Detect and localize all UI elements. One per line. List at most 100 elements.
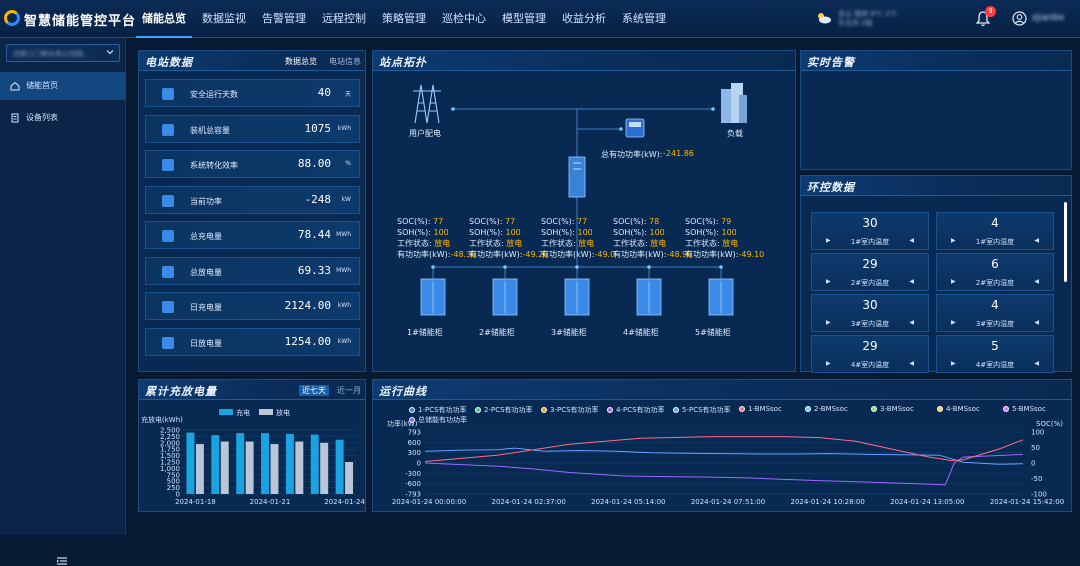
x-tick-label: 2024-01-24 10:28:00 xyxy=(790,498,864,506)
sidebar-item-home[interactable]: 储能首页 xyxy=(0,72,126,100)
stat-icon xyxy=(162,336,174,349)
soc-value: 77 xyxy=(505,217,516,226)
panel-title: 实时告警 xyxy=(807,56,855,69)
bar-discharge[interactable] xyxy=(245,441,254,494)
bar-discharge[interactable] xyxy=(220,441,229,494)
nav-overview[interactable]: 储能总览 xyxy=(136,0,192,38)
cabinet-metrics: SOC(%): 78 SOH(%): 100 工作状态: 放电 有功功率(kW):-4… xyxy=(613,216,692,260)
bar-charge[interactable] xyxy=(261,433,270,494)
nav-monitor[interactable]: 数据监视 xyxy=(196,0,252,38)
env-card: 30 ▶ 1#室内温度 ◀ xyxy=(811,212,929,250)
bar-charge[interactable] xyxy=(211,435,220,494)
user-avatar-icon[interactable] xyxy=(1012,11,1027,26)
env-value: 29 xyxy=(862,339,878,353)
y-left-tick-label: 300 xyxy=(408,449,421,457)
panel-title: 站点拓扑 xyxy=(379,56,427,69)
org-select-value: 河南三门峡水务公司园... xyxy=(13,50,90,58)
nav-alarm[interactable]: 告警管理 xyxy=(256,0,312,38)
tab-data-overview[interactable]: 数据总览 xyxy=(285,56,317,67)
legend-swatch xyxy=(219,409,233,415)
logo-icon xyxy=(4,10,20,26)
y-right-tick-label: 100 xyxy=(1031,429,1044,437)
power-value: -49.10 xyxy=(738,250,765,259)
arrow-left-icon: ◀ xyxy=(909,360,914,367)
bar-charge[interactable] xyxy=(335,439,344,494)
energy-panel: 累计充放电量 近七天 近一月 充放电(kWh) 2,500 2,250 2,000 1,… xyxy=(138,379,366,512)
stat-label: 当前功率 xyxy=(190,196,222,206)
nav-revenue[interactable]: 收益分析 xyxy=(556,0,612,38)
bar-discharge[interactable] xyxy=(345,462,354,494)
panel-header: 运行曲线 xyxy=(373,380,1071,400)
arrow-left-icon: ◀ xyxy=(909,237,914,244)
soc-label: SOC(%): xyxy=(613,217,647,226)
scrollbar-thumb[interactable] xyxy=(1064,202,1067,282)
series-line-0[interactable] xyxy=(424,453,1024,486)
topology-panel: 站点拓扑 用户配电 负载 总有功功率(kW): -241.86 SOC(%): … xyxy=(372,50,796,372)
bar-discharge[interactable] xyxy=(295,441,304,494)
soc-value: 78 xyxy=(649,217,660,226)
top-bar: 智慧储能管控平台 储能总览 数据监视 告警管理 远程控制 策略管理 巡检中心 模… xyxy=(0,0,1080,38)
series-line-2[interactable] xyxy=(424,436,1024,462)
tab-station-info[interactable]: 电站信息 xyxy=(329,56,361,67)
nav-remote[interactable]: 远程控制 xyxy=(316,0,372,38)
nav-inspection[interactable]: 巡检中心 xyxy=(436,0,492,38)
pcs-cabinet-icon xyxy=(568,156,586,198)
stat-value: 1075 xyxy=(304,121,332,135)
power-label: 有功功率(kW): xyxy=(397,250,451,259)
tab-last-month[interactable]: 近一月 xyxy=(337,385,361,396)
y-left-tick-label: 600 xyxy=(408,439,421,447)
nav-strategy[interactable]: 策略管理 xyxy=(376,0,432,38)
bar-discharge[interactable] xyxy=(270,444,279,494)
cabinet-name: 2#储能柜 xyxy=(479,328,515,337)
bar-charge[interactable] xyxy=(285,433,294,494)
env-card: 4 ▶ 1#室内湿度 ◀ xyxy=(936,212,1054,250)
stat-icon xyxy=(162,301,174,313)
env-value: 4 xyxy=(991,216,999,230)
cabinet-metrics: SOC(%): 77 SOH(%): 100 工作状态: 放电 有功功率(kW):-4… xyxy=(541,216,615,260)
org-select[interactable]: 河南三门峡水务公司园... xyxy=(6,44,120,62)
x-tick-label: 2024-01-24 00:00:00 xyxy=(392,498,466,506)
stat-icon xyxy=(162,159,174,171)
arrow-left-icon: ◀ xyxy=(1034,319,1039,326)
bar-discharge[interactable] xyxy=(195,444,204,494)
stat-unit: MWh xyxy=(336,231,351,238)
nav-model[interactable]: 模型管理 xyxy=(496,0,552,38)
bar-charge[interactable] xyxy=(236,433,245,494)
cabinet-metrics: SOC(%): 79 SOH(%): 100 工作状态: 放电 有功功率(kW):-4… xyxy=(685,216,764,260)
series-line-1[interactable] xyxy=(424,447,1024,465)
chevron-down-icon xyxy=(106,50,114,55)
nav-system[interactable]: 系统管理 xyxy=(616,0,672,38)
state-label: 工作状态: xyxy=(397,239,432,248)
stat-unit: kWh xyxy=(337,337,351,345)
arrow-left-icon: ◀ xyxy=(1034,237,1039,244)
stat-label: 总放电量 xyxy=(190,267,222,277)
stat-row: 系统转化效率 88.00% xyxy=(145,150,360,178)
cabinet-metrics: SOC(%): 77 SOH(%): 100 工作状态: 放电 有功功率(kW):-4… xyxy=(469,216,548,260)
weather-text: 多云 晴转 8℃ 2℃ 东北风 2级 xyxy=(838,10,938,28)
stat-row: 当前功率 -248 kW xyxy=(145,185,360,214)
user-name[interactable]: zjianbo xyxy=(1032,13,1064,23)
bar-discharge[interactable] xyxy=(320,442,329,494)
alarm-panel: 实时告警 xyxy=(800,50,1072,170)
stat-label: 总充电量 xyxy=(190,232,222,241)
storage-cabinet-icons xyxy=(420,278,734,316)
panel-header: 实时告警 xyxy=(801,51,1071,71)
y-left-tick-label: 0 xyxy=(417,460,421,468)
bar-charge[interactable] xyxy=(310,434,319,494)
y-right-axis-label: SOC(%) xyxy=(1036,420,1063,428)
sidebar-item-devices[interactable]: 设备列表 xyxy=(0,104,126,132)
notification-badge: 9 xyxy=(985,6,996,17)
tab-last-7-days[interactable]: 近七天 xyxy=(299,385,329,396)
env-value: 4 xyxy=(991,298,999,312)
power-tower-icon xyxy=(413,84,441,124)
arrow-left-icon: ◀ xyxy=(1034,360,1039,367)
y-right-tick-label: 0 xyxy=(1031,460,1035,468)
bar-charge[interactable] xyxy=(186,432,195,494)
total-power-label: 总有功功率(kW): xyxy=(601,150,663,159)
cabinet-name: 5#储能柜 xyxy=(695,328,731,337)
env-card: 6 ▶ 2#室内湿度 ◀ xyxy=(936,253,1054,291)
collapse-menu-icon[interactable] xyxy=(56,556,68,566)
stat-value: -248 xyxy=(304,192,332,206)
legend-label: 放电 xyxy=(276,408,290,417)
soh-value: 100 xyxy=(577,228,593,237)
